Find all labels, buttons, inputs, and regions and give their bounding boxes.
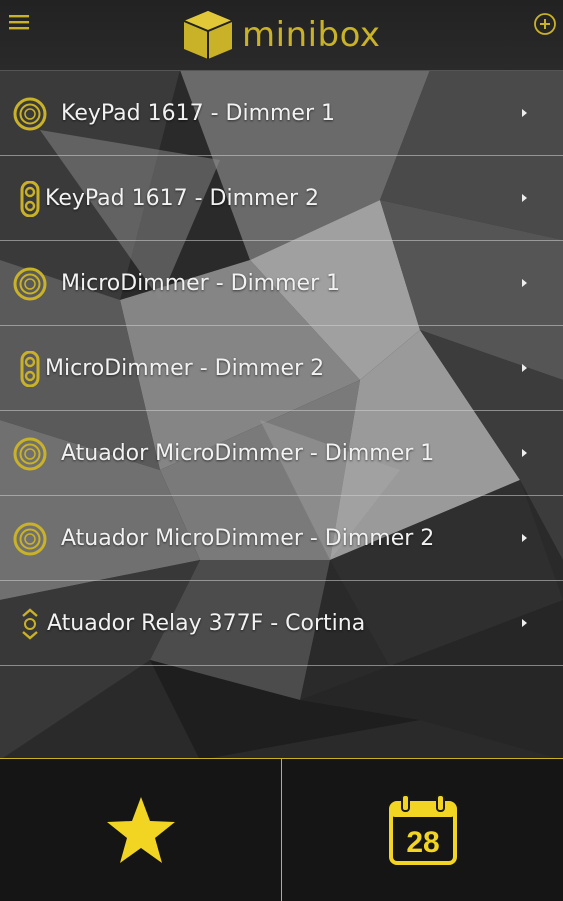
- device-row[interactable]: Atuador MicroDimmer - Dimmer 2: [0, 496, 563, 581]
- device-row[interactable]: MicroDimmer - Dimmer 1: [0, 241, 563, 326]
- chevron-right-icon: [522, 364, 527, 372]
- bottom-tab-bar: 28: [0, 758, 563, 901]
- chevron-right-icon: [522, 449, 527, 457]
- calendar-day: 28: [406, 826, 439, 859]
- chevron-right-icon: [522, 194, 527, 202]
- chevron-right-icon: [522, 279, 527, 287]
- plus-circle-icon[interactable]: [533, 12, 557, 36]
- device-label: MicroDimmer - Dimmer 2: [45, 355, 325, 381]
- device-row[interactable]: KeyPad 1617 - Dimmer 1: [0, 71, 563, 156]
- device-label: Atuador MicroDimmer - Dimmer 2: [61, 525, 435, 551]
- tab-favorites[interactable]: [0, 759, 281, 901]
- device-label: MicroDimmer - Dimmer 1: [61, 270, 341, 296]
- app-logo: minibox: [180, 6, 381, 64]
- hamburger-icon[interactable]: [8, 12, 32, 32]
- device-label: Atuador Relay 377F - Cortina: [47, 610, 366, 636]
- switch-chain-icon: [20, 351, 40, 387]
- device-label: KeyPad 1617 - Dimmer 2: [45, 185, 320, 211]
- device-row[interactable]: Atuador MicroDimmer - Dimmer 1: [0, 411, 563, 496]
- dimmer-ring-icon: [13, 522, 47, 556]
- chevron-right-icon: [522, 109, 527, 117]
- calendar-icon: 28: [388, 794, 457, 865]
- dimmer-ring-icon: [13, 267, 47, 301]
- switch-chain-icon: [20, 181, 40, 217]
- device-row[interactable]: MicroDimmer - Dimmer 2: [0, 326, 563, 411]
- star-icon: [106, 797, 175, 863]
- device-row[interactable]: KeyPad 1617 - Dimmer 2: [0, 156, 563, 241]
- dimmer-ring-icon: [13, 97, 47, 131]
- device-list: KeyPad 1617 - Dimmer 1 KeyPad 1617 - Dim…: [0, 71, 563, 666]
- chevron-right-icon: [522, 619, 527, 627]
- chevron-right-icon: [522, 534, 527, 542]
- device-label: Atuador MicroDimmer - Dimmer 1: [61, 440, 435, 466]
- curtain-updown-icon: [22, 608, 38, 640]
- device-row[interactable]: Atuador Relay 377F - Cortina: [0, 581, 563, 666]
- dimmer-ring-icon: [13, 437, 47, 471]
- device-label: KeyPad 1617 - Dimmer 1: [61, 100, 336, 126]
- app-header: minibox: [0, 0, 563, 71]
- cube-logo-icon: [183, 11, 233, 59]
- tab-schedule[interactable]: 28: [281, 759, 563, 901]
- app-name: minibox: [242, 15, 381, 55]
